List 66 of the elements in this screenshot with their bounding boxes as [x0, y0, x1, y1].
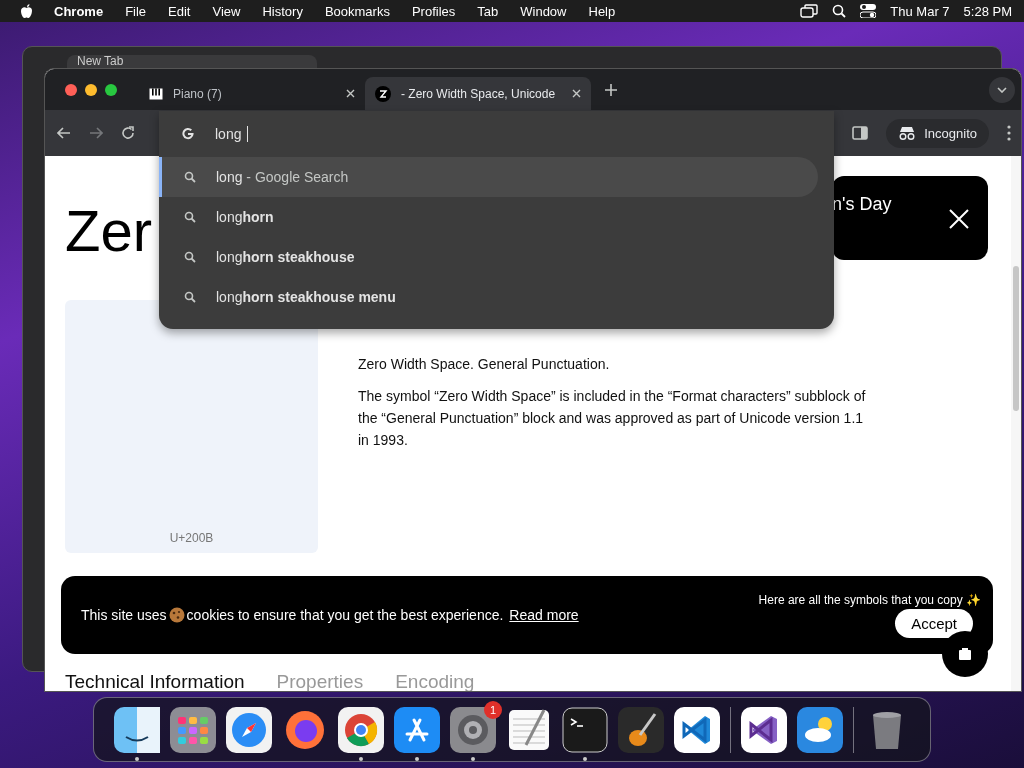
dock-finder-icon[interactable]	[114, 706, 160, 761]
close-window-button[interactable]	[65, 83, 77, 96]
search-icon	[184, 211, 196, 223]
site-icon	[375, 85, 391, 102]
zoom-window-button[interactable]	[105, 83, 117, 96]
dock-terminal-icon[interactable]	[562, 706, 608, 761]
search-icon	[184, 171, 196, 183]
incognito-badge[interactable]: Incognito	[886, 118, 989, 148]
menu-bar-date[interactable]: Thu Mar 7	[890, 3, 950, 19]
cookie-text: cookies to ensure that you get the best experience.	[186, 607, 504, 623]
suggestion-item[interactable]: longhorn steakhouse menu	[159, 277, 818, 317]
close-icon[interactable]	[346, 89, 355, 98]
menu-item[interactable]: Tab	[466, 3, 510, 19]
menu-item[interactable]: View	[201, 3, 252, 19]
menu-item[interactable]: Edit	[157, 3, 202, 19]
close-icon[interactable]	[572, 89, 581, 98]
search-icon[interactable]	[832, 4, 847, 18]
piano-icon	[149, 87, 163, 100]
address-field[interactable]: long	[215, 126, 249, 142]
notification-badge: 1	[484, 700, 502, 719]
menu-item[interactable]: Chrome	[43, 3, 115, 19]
copy-hint: Here are all the symbols that you copy ✨	[758, 592, 981, 607]
menu-bar-clock[interactable]: 5:28 PM	[963, 3, 1012, 19]
tab-search-icon[interactable]	[989, 76, 1015, 103]
menu-item[interactable]: History	[251, 3, 314, 19]
menu-item[interactable]: Bookmarks	[313, 3, 401, 19]
suggestion-item[interactable]: longhorn	[159, 197, 818, 237]
screens-icon[interactable]	[800, 4, 819, 18]
search-icon	[184, 291, 196, 303]
menu-item[interactable]: File	[114, 3, 158, 19]
browser-tab[interactable]: New Tab	[67, 55, 317, 68]
search-icon	[184, 251, 196, 263]
dock-settings-icon[interactable]	[450, 706, 496, 761]
browser-tab[interactable]: Piano (7)	[139, 77, 365, 110]
suggestion-item[interactable]: long - Google Search	[159, 157, 818, 197]
menu-item[interactable]: Help	[577, 3, 627, 19]
cookie-text: This site uses	[81, 607, 167, 623]
description-text: Zero Width Space. General Punctuation.	[358, 355, 611, 374]
dock-chrome-icon[interactable]	[338, 706, 384, 761]
reload-icon[interactable]	[121, 126, 135, 140]
browser-tab[interactable]: - Zero Width Space, Unicode	[365, 77, 591, 110]
description-text: The symbol “Zero Width Space” is included in the “Format characters” subblock of the “General Punctuation” block and was approved as part of Unicode version 1.1 in 1993.	[358, 387, 867, 450]
new-tab-icon[interactable]	[605, 83, 617, 96]
incognito-label: Incognito	[924, 125, 977, 141]
back-icon[interactable]	[57, 127, 71, 139]
dock-appstore-icon[interactable]	[394, 706, 440, 761]
side-panel-icon[interactable]	[852, 126, 869, 140]
forward-icon[interactable]	[89, 127, 103, 139]
menu-icon[interactable]	[1007, 125, 1011, 141]
accept-button[interactable]: Accept	[895, 608, 973, 638]
cookie-icon	[168, 607, 185, 623]
scrollbar[interactable]	[1011, 156, 1021, 691]
menu-item[interactable]: Window	[509, 3, 578, 19]
incognito-icon	[898, 126, 917, 140]
section-tab[interactable]: Technical Information	[65, 672, 245, 691]
suggestion-item[interactable]: longhorn steakhouse	[159, 237, 818, 277]
clipboard-icon	[958, 647, 972, 661]
google-icon	[181, 127, 195, 141]
scroll-thumb[interactable]	[1013, 266, 1019, 411]
apple-icon[interactable]	[20, 3, 33, 19]
read-more-link[interactable]: Read more	[509, 607, 579, 623]
minimize-window-button[interactable]	[85, 83, 97, 96]
symbol-code: U+200B	[169, 531, 214, 545]
menu-item[interactable]: Profiles	[400, 3, 467, 19]
page-heading: Zer	[65, 202, 152, 260]
toggles-icon[interactable]	[860, 4, 877, 18]
